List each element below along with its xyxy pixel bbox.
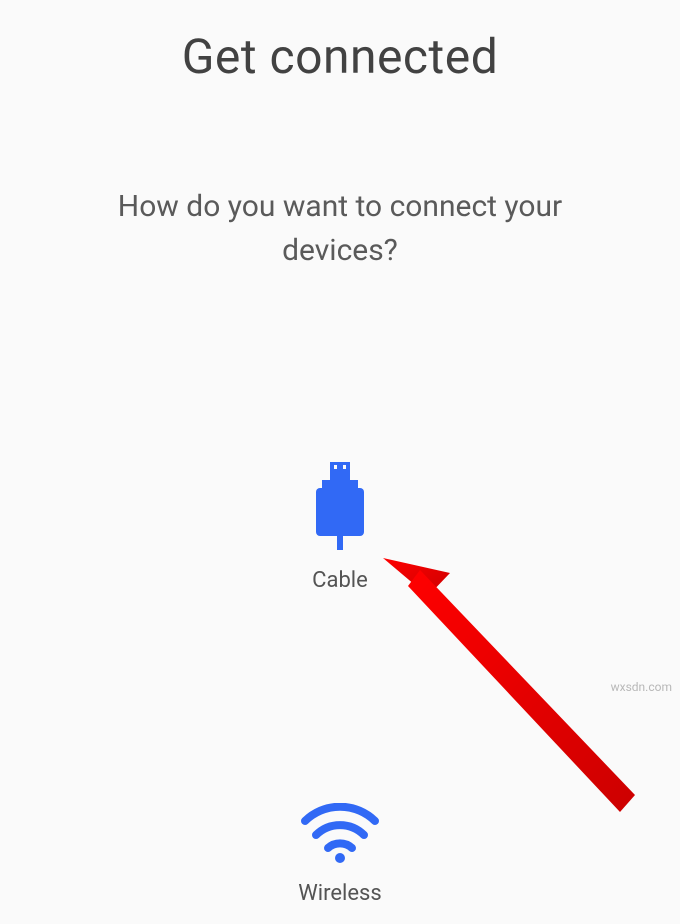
- cable-option-label: Cable: [312, 568, 368, 593]
- connection-options: Cable Wireless: [0, 272, 680, 906]
- usb-cable-icon: [314, 462, 366, 554]
- page-title: Get connected: [0, 0, 680, 85]
- wireless-option[interactable]: Wireless: [298, 803, 382, 906]
- wireless-option-label: Wireless: [298, 881, 382, 906]
- wifi-icon: [299, 803, 381, 867]
- page-subtitle: How do you want to connect your devices?: [0, 85, 680, 272]
- cable-option[interactable]: Cable: [312, 462, 368, 593]
- watermark-text: wxsdn.com: [611, 680, 672, 694]
